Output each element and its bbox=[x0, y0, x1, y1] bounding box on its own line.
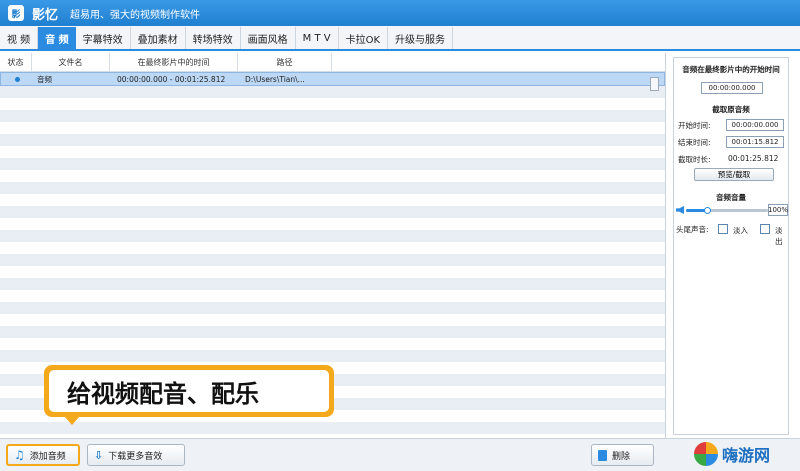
trim-end-label: 结束时间: bbox=[678, 138, 711, 147]
tab-0[interactable]: 视 频 bbox=[0, 27, 39, 49]
empty-row bbox=[0, 350, 665, 362]
empty-row bbox=[0, 302, 665, 314]
empty-row bbox=[0, 134, 665, 146]
empty-row bbox=[0, 194, 665, 206]
watermark-text: 嗨游网 bbox=[722, 446, 771, 465]
speaker-icon bbox=[676, 206, 684, 214]
bottom-toolbar: ♫ 添加音频 ⇩ 下载更多音效 删除 bbox=[0, 438, 800, 471]
empty-row bbox=[0, 158, 665, 170]
trim-button[interactable]: 预览/截取 bbox=[694, 168, 774, 181]
audio-settings-panel: 音频在最终影片中的开始时间 00:00:00.000 截取原音频 开始时间: 0… bbox=[667, 53, 800, 438]
trim-duration-value: 00:01:25.812 bbox=[728, 154, 779, 163]
app-logo-icon: 影 bbox=[8, 5, 24, 21]
volume-slider-knob[interactable] bbox=[703, 207, 711, 214]
empty-row bbox=[0, 266, 665, 278]
empty-row bbox=[0, 326, 665, 338]
empty-row bbox=[0, 230, 665, 242]
col-status[interactable]: 状态 bbox=[0, 53, 32, 71]
empty-row bbox=[0, 422, 665, 434]
fade-out-label: 淡出 bbox=[775, 226, 783, 246]
fade-label: 头尾声音: bbox=[676, 225, 709, 234]
scrollbar[interactable] bbox=[650, 77, 659, 91]
empty-row bbox=[0, 218, 665, 230]
tab-5[interactable]: 画面风格 bbox=[241, 27, 296, 49]
status-dot-icon bbox=[14, 76, 20, 82]
empty-row bbox=[0, 206, 665, 218]
watermark: 嗨游网 bbox=[694, 439, 798, 469]
empty-row bbox=[0, 242, 665, 254]
tab-1[interactable]: 音 频 bbox=[38, 27, 76, 49]
volume-input[interactable]: 100% bbox=[768, 204, 788, 216]
watermark-logo-icon bbox=[694, 442, 718, 466]
empty-row bbox=[0, 98, 665, 110]
col-time[interactable]: 在最终影片中的时间 bbox=[110, 53, 238, 71]
table-row[interactable]: 音频 00:00:00.000 - 00:01:25.812 D:\Users\Ti… bbox=[0, 72, 665, 86]
add-audio-button[interactable]: ♫ 添加音频 bbox=[6, 444, 80, 466]
download-more-sounds-button[interactable]: ⇩ 下载更多音效 bbox=[87, 444, 185, 466]
cell-path: D:\Users\Tian\... bbox=[245, 74, 305, 84]
trim-start-input[interactable]: 00:00:00.000 bbox=[726, 119, 784, 131]
empty-row bbox=[0, 278, 665, 290]
empty-row bbox=[0, 86, 665, 98]
music-note-icon: ♫ bbox=[14, 448, 25, 462]
cell-name: 音频 bbox=[37, 74, 52, 84]
cell-time: 00:00:00.000 - 00:01:25.812 bbox=[117, 74, 226, 84]
empty-row bbox=[0, 122, 665, 134]
col-filename[interactable]: 文件名 bbox=[32, 53, 110, 71]
empty-row bbox=[0, 314, 665, 326]
trim-end-input[interactable]: 00:01:15.812 bbox=[726, 136, 784, 148]
trim-start-label: 开始时间: bbox=[678, 121, 711, 130]
app-slogan: 超易用、强大的视频制作软件 bbox=[70, 9, 201, 21]
status-cell bbox=[1, 76, 33, 82]
delete-label: 删除 bbox=[612, 451, 631, 462]
callout-text: 给视频配音、配乐 bbox=[49, 370, 329, 412]
download-icon: ⇩ bbox=[94, 448, 104, 462]
add-audio-label: 添加音频 bbox=[29, 451, 66, 462]
start-time-title: 音频在最终影片中的开始时间 bbox=[682, 65, 780, 74]
tab-7[interactable]: 卡拉OK bbox=[339, 27, 389, 49]
empty-row bbox=[0, 146, 665, 158]
app-name: 影忆 bbox=[32, 7, 59, 23]
empty-row bbox=[0, 170, 665, 182]
tab-3[interactable]: 叠加素材 bbox=[131, 27, 186, 49]
delete-button[interactable]: 删除 bbox=[591, 444, 654, 466]
callout-banner: 给视频配音、配乐 bbox=[44, 365, 334, 417]
download-more-label: 下载更多音效 bbox=[108, 451, 163, 462]
volume-title: 音频音量 bbox=[716, 193, 746, 202]
tab-8[interactable]: 升级与服务 bbox=[388, 27, 454, 49]
empty-row bbox=[0, 254, 665, 266]
table-header: 状态 文件名 在最终影片中的时间 路径 bbox=[0, 53, 665, 72]
empty-row bbox=[0, 110, 665, 122]
tab-2[interactable]: 字幕特效 bbox=[76, 27, 131, 49]
empty-row bbox=[0, 290, 665, 302]
fade-out-checkbox[interactable] bbox=[760, 224, 770, 234]
trim-title: 截取原音频 bbox=[712, 105, 750, 114]
trim-duration-label: 截取时长: bbox=[678, 155, 711, 164]
col-path[interactable]: 路径 bbox=[238, 53, 332, 71]
start-time-input[interactable]: 00:00:00.000 bbox=[701, 82, 763, 94]
fade-in-label: 淡入 bbox=[733, 226, 748, 235]
main-tab-bar: 视 频音 频字幕特效 叠加素材 转场特效 画面风格 M T V 卡拉OK 升级与服务 bbox=[0, 26, 800, 51]
tab-6[interactable]: M T V bbox=[296, 27, 339, 49]
empty-row bbox=[0, 182, 665, 194]
title-bar: 影 影忆 超易用、强大的视频制作软件 bbox=[0, 0, 800, 26]
tab-4[interactable]: 转场特效 bbox=[186, 27, 241, 49]
fade-in-checkbox[interactable] bbox=[718, 224, 728, 234]
callout-pointer bbox=[64, 416, 80, 425]
trash-icon bbox=[598, 449, 607, 461]
empty-row bbox=[0, 338, 665, 350]
